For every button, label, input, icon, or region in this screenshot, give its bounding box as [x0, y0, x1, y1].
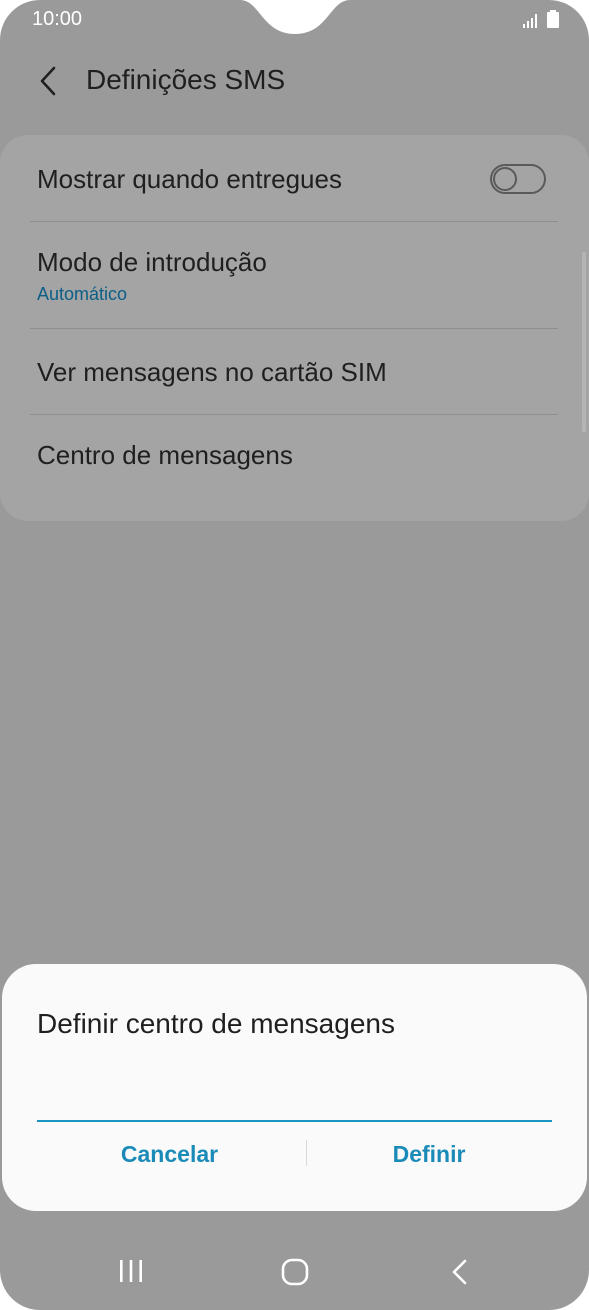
- setting-show-delivered[interactable]: Mostrar quando entregues: [0, 135, 589, 221]
- back-icon[interactable]: [448, 1258, 472, 1291]
- setting-label: Modo de introdução: [37, 247, 267, 277]
- cancel-button[interactable]: Cancelar: [37, 1136, 302, 1172]
- home-icon[interactable]: [281, 1258, 309, 1291]
- chevron-left-icon[interactable]: [34, 64, 64, 98]
- battery-icon: [547, 10, 559, 33]
- status-time: 10:00: [32, 8, 83, 30]
- dialog-title: Definir centro de mensagens: [37, 1008, 395, 1039]
- scrollbar[interactable]: [582, 252, 586, 432]
- define-button[interactable]: Definir: [298, 1136, 560, 1172]
- delivered-toggle[interactable]: [490, 164, 546, 194]
- setting-message-center[interactable]: Centro de mensagens: [0, 415, 589, 500]
- setting-label: Mostrar quando entregues: [37, 164, 342, 194]
- camera-notch: [240, 0, 350, 36]
- page-title: Definições SMS: [86, 64, 286, 95]
- status-icons: [523, 10, 559, 33]
- setting-sim-messages[interactable]: Ver mensagens no cartão SIM: [0, 329, 589, 414]
- setting-value: Automático: [37, 284, 128, 304]
- toggle-knob: [493, 167, 517, 191]
- message-center-input[interactable]: [37, 1082, 552, 1122]
- setting-label: Centro de mensagens: [37, 440, 293, 470]
- setting-input-mode[interactable]: Modo de introdução Automático: [0, 222, 589, 328]
- phone-screen: 10:00 Definições SMS Mostrar quando entr…: [0, 0, 589, 1310]
- message-center-dialog: Definir centro de mensagens Cancelar Def…: [2, 964, 587, 1211]
- recent-apps-icon[interactable]: [118, 1258, 144, 1289]
- signal-icon: [523, 14, 541, 33]
- setting-label: Ver mensagens no cartão SIM: [37, 357, 387, 387]
- app-header: Definições SMS: [0, 48, 589, 114]
- settings-card: Mostrar quando entregues Modo de introdu…: [0, 135, 589, 521]
- navigation-bar: [0, 1240, 589, 1306]
